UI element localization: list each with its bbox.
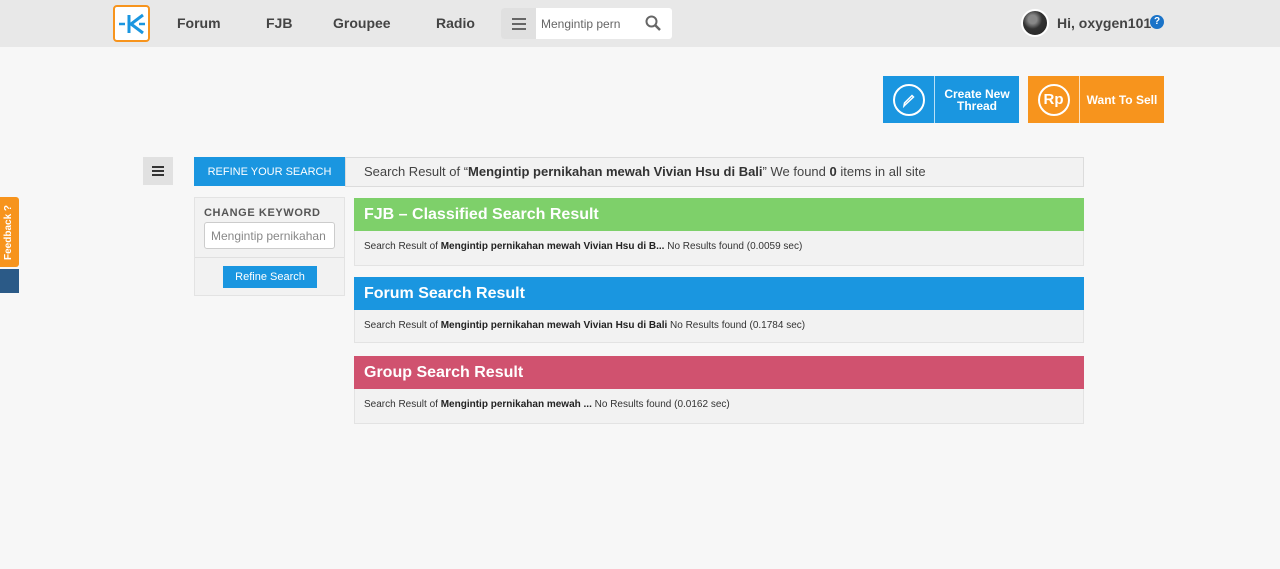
rupiah-icon: Rp xyxy=(1037,83,1070,116)
nav-fjb-link[interactable]: FJB xyxy=(266,15,292,31)
result-prefix: Search Result of xyxy=(364,241,441,252)
refine-panel: CHANGE KEYWORD Refine Search xyxy=(194,197,345,296)
nav-radio-link[interactable]: Radio xyxy=(436,15,475,31)
change-keyword-label: CHANGE KEYWORD xyxy=(204,207,321,219)
kaskus-logo-icon[interactable] xyxy=(113,5,150,42)
sell-icon-box: Rp xyxy=(1028,76,1080,123)
group-section-title: Group Search Result xyxy=(354,356,1084,389)
hamburger-icon[interactable] xyxy=(143,157,173,185)
summary-prefix: Search Result of “ xyxy=(364,164,469,179)
fjb-result-section: FJB – Classified Search Result Search Re… xyxy=(354,198,1084,266)
feedback-widget-icon[interactable] xyxy=(0,269,19,293)
avatar[interactable] xyxy=(1021,9,1049,37)
pencil-icon xyxy=(892,83,925,116)
create-new-thread-label: Create New Thread xyxy=(944,86,1010,113)
result-status: No Results found (0.0162 sec) xyxy=(591,399,730,410)
nav-forum-link[interactable]: Forum xyxy=(177,15,221,31)
keyword-input[interactable] xyxy=(204,222,335,249)
fjb-section-title: FJB – Classified Search Result xyxy=(354,198,1084,231)
search-bar xyxy=(501,8,672,39)
group-result-body: Search Result of Mengintip pernikahan me… xyxy=(354,389,1084,424)
result-query[interactable]: Mengintip pernikahan mewah Vivian Hsu di… xyxy=(441,320,668,331)
forum-section-title: Forum Search Result xyxy=(354,277,1084,310)
menu-icon[interactable] xyxy=(501,8,536,39)
refine-search-tab[interactable]: REFINE YOUR SEARCH xyxy=(194,157,345,186)
search-summary: Search Result of “Mengintip pernikahan m… xyxy=(345,157,1084,187)
divider xyxy=(195,257,344,258)
refine-search-button[interactable]: Refine Search xyxy=(223,266,317,288)
create-icon-box xyxy=(883,76,935,123)
result-prefix: Search Result of xyxy=(364,320,441,331)
user-greeting[interactable]: Hi, oxygen101 xyxy=(1057,15,1151,31)
search-icon[interactable] xyxy=(645,15,663,33)
nav-groupee-link[interactable]: Groupee xyxy=(333,15,391,31)
help-icon[interactable]: ? xyxy=(1150,15,1164,29)
forum-result-body: Search Result of Mengintip pernikahan me… xyxy=(354,310,1084,343)
search-input[interactable] xyxy=(541,14,641,33)
feedback-label: Feedback ? xyxy=(3,204,14,260)
summary-query: Mengintip pernikahan mewah Vivian Hsu di… xyxy=(468,164,763,179)
result-query[interactable]: Mengintip pernikahan mewah Vivian Hsu di… xyxy=(441,241,665,252)
group-result-section: Group Search Result Search Result of Men… xyxy=(354,356,1084,424)
result-status: No Results found (0.1784 sec) xyxy=(667,320,806,331)
result-query[interactable]: Mengintip pernikahan mewah ... xyxy=(441,399,592,410)
want-to-sell-label: Want To Sell xyxy=(1086,92,1158,107)
feedback-tab[interactable]: Feedback ? xyxy=(0,197,19,267)
result-status: No Results found (0.0059 sec) xyxy=(664,241,803,252)
forum-result-section: Forum Search Result Search Result of Men… xyxy=(354,277,1084,343)
top-nav: Forum FJB Groupee Radio Hi, oxygen101 ? xyxy=(0,0,1280,47)
create-new-thread-button[interactable]: Create New Thread xyxy=(883,76,1019,123)
summary-count: 0 xyxy=(829,164,837,179)
summary-suffix: items in all site xyxy=(836,164,926,179)
summary-middle: ” We found xyxy=(762,164,830,179)
want-to-sell-button[interactable]: Rp Want To Sell xyxy=(1028,76,1164,123)
result-prefix: Search Result of xyxy=(364,399,441,410)
fjb-result-body: Search Result of Mengintip pernikahan me… xyxy=(354,231,1084,266)
